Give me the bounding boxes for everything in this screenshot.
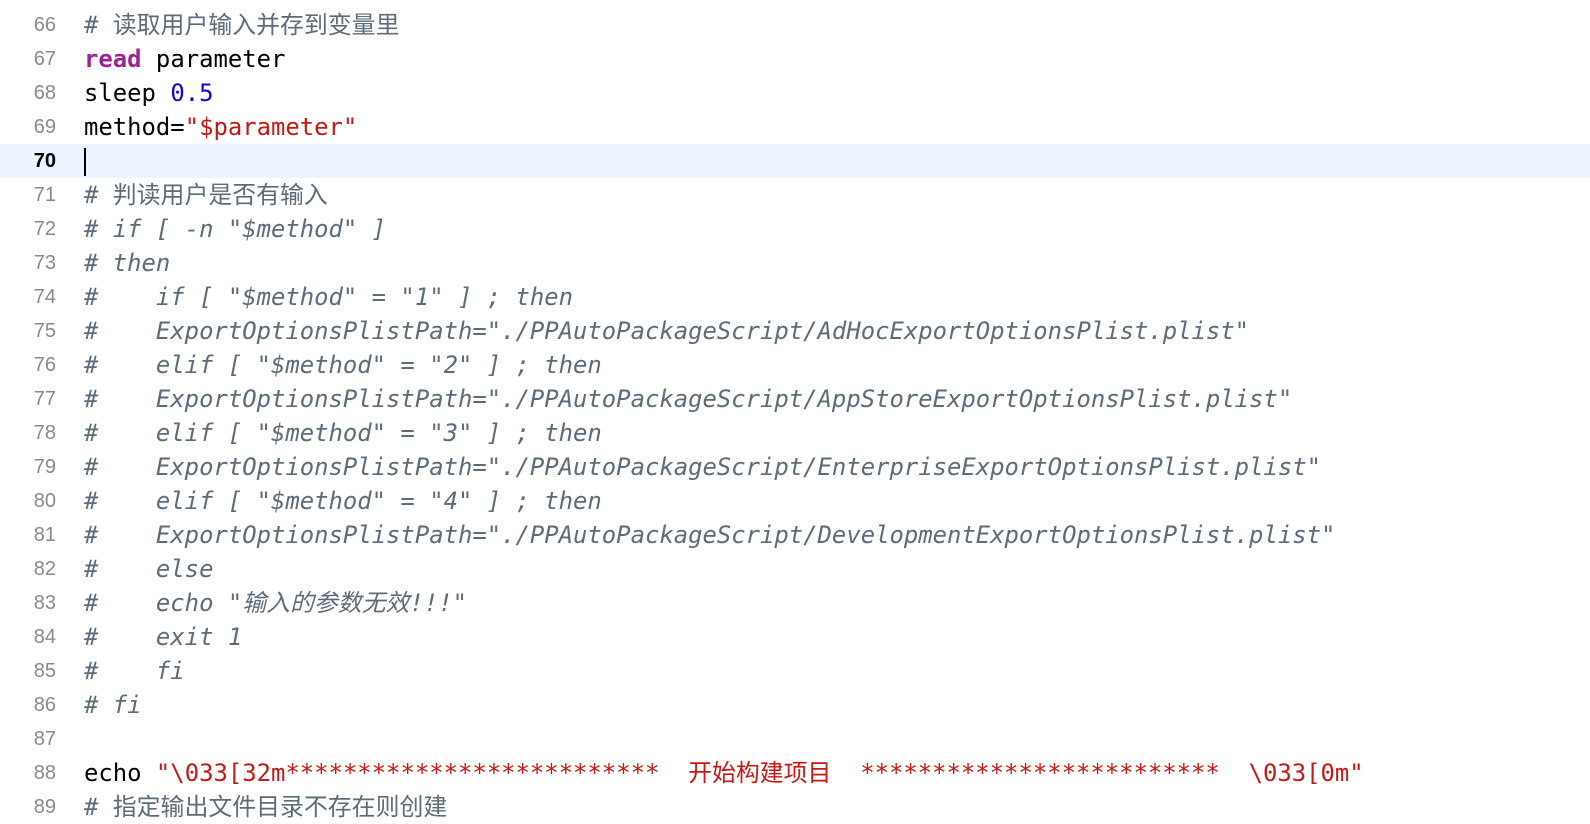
code-line[interactable]: 84 # exit 1: [0, 620, 1590, 654]
line-code: # fi: [84, 688, 142, 722]
line-number: 72: [33, 218, 56, 240]
line-number: 80: [33, 490, 56, 512]
line-number: 88: [33, 762, 56, 784]
text-caret: [84, 148, 86, 176]
line-number: 85: [33, 660, 56, 682]
code-line[interactable]: 77 # ExportOptionsPlistPath="./PPAutoPack…: [0, 382, 1590, 416]
code-line[interactable]: 69 method="$parameter": [0, 110, 1590, 144]
line-code: sleep 0.5: [84, 76, 213, 110]
code-token: # fi: [84, 657, 185, 685]
line-number: 83: [33, 592, 56, 614]
code-line[interactable]: 73 # then: [0, 246, 1590, 280]
code-line[interactable]: 82 # else: [0, 552, 1590, 586]
line-number: 87: [33, 728, 56, 750]
line-number: 74: [33, 286, 56, 308]
code-line[interactable]: 74 # if [ "$method" = "1" ] ; then: [0, 280, 1590, 314]
code-token: # 判读用户是否有输入: [84, 181, 328, 209]
line-number: 66: [33, 14, 56, 36]
code-token: # elif [ "$method" = "2" ] ; then: [84, 351, 602, 379]
code-token: read: [84, 45, 142, 73]
line-number: 79: [33, 456, 56, 478]
line-code: # exit 1: [84, 620, 242, 654]
code-line[interactable]: 88 echo "\033[32m************************…: [0, 756, 1590, 790]
line-code: # echo "输入的参数无效!!!": [84, 586, 467, 620]
line-number: 82: [33, 558, 56, 580]
code-line[interactable]: 72 # if [ -n "$method" ]: [0, 212, 1590, 246]
code-token: # 指定输出文件目录不存在则创建: [84, 793, 448, 821]
line-number: 89: [33, 796, 56, 818]
line-number: 67: [33, 48, 56, 70]
code-line[interactable]: 71 # 判读用户是否有输入: [0, 178, 1590, 212]
code-token: # exit 1: [84, 623, 243, 651]
line-code: [84, 144, 86, 178]
line-code: # else: [84, 552, 213, 586]
line-number: 77: [33, 388, 56, 410]
code-editor[interactable]: 66 # 读取用户输入并存到变量里 67 read parameter 68 sleep …: [0, 8, 1590, 824]
code-token: # else: [84, 555, 214, 583]
line-code: # 判读用户是否有输入: [84, 178, 328, 212]
line-code: # ExportOptionsPlistPath="./PPAutoPackag…: [84, 450, 1321, 484]
line-number: 70: [33, 150, 56, 172]
code-token: # elif [ "$method" = "4" ] ; then: [84, 487, 602, 515]
code-token: "\033[32m************************** 开始构建…: [155, 759, 1364, 787]
code-line[interactable]: 70: [0, 144, 1590, 178]
line-number: 84: [33, 626, 56, 648]
code-line[interactable]: 83 # echo "输入的参数无效!!!": [0, 586, 1590, 620]
code-token: 0.5: [170, 79, 214, 107]
code-token: parameter: [141, 45, 286, 73]
code-token: sleep: [84, 79, 171, 107]
line-number: 68: [33, 82, 56, 104]
code-token: # then: [84, 249, 171, 277]
code-line[interactable]: 79 # ExportOptionsPlistPath="./PPAutoPack…: [0, 450, 1590, 484]
code-line[interactable]: 86 # fi: [0, 688, 1590, 722]
line-code: # ExportOptionsPlistPath="./PPAutoPackag…: [84, 518, 1335, 552]
line-code: read parameter: [84, 42, 285, 76]
line-code: # ExportOptionsPlistPath="./PPAutoPackag…: [84, 314, 1249, 348]
line-number: 86: [33, 694, 56, 716]
line-code: # if [ "$method" = "1" ] ; then: [84, 280, 573, 314]
code-line[interactable]: 85 # fi: [0, 654, 1590, 688]
code-token: # ExportOptionsPlistPath="./PPAutoPackag…: [84, 453, 1321, 481]
code-token: # fi: [84, 691, 142, 719]
line-code: method="$parameter": [84, 110, 357, 144]
code-line[interactable]: 80 # elif [ "$method" = "4" ] ; then: [0, 484, 1590, 518]
code-line[interactable]: 78 # elif [ "$method" = "3" ] ; then: [0, 416, 1590, 450]
code-line[interactable]: 68 sleep 0.5: [0, 76, 1590, 110]
code-token: echo: [84, 759, 156, 787]
line-number: 75: [33, 320, 56, 342]
line-code: # 读取用户输入并存到变量里: [84, 8, 399, 42]
code-token: # 读取用户输入并存到变量里: [84, 11, 400, 39]
line-code: # ExportOptionsPlistPath="./PPAutoPackag…: [84, 382, 1292, 416]
code-token: # if [ "$method" = "1" ] ; then: [84, 283, 574, 311]
line-code: # fi: [84, 654, 185, 688]
line-number: 76: [33, 354, 56, 376]
code-line[interactable]: 76 # elif [ "$method" = "2" ] ; then: [0, 348, 1590, 382]
code-token: # if [ -n "$method" ]: [84, 215, 387, 243]
code-token: # ExportOptionsPlistPath="./PPAutoPackag…: [84, 317, 1250, 345]
line-code: echo "\033[32m**************************…: [84, 756, 1364, 790]
code-line[interactable]: 75 # ExportOptionsPlistPath="./PPAutoPack…: [0, 314, 1590, 348]
line-code: # then: [84, 246, 170, 280]
line-code: # elif [ "$method" = "3" ] ; then: [84, 416, 602, 450]
line-number: 78: [33, 422, 56, 444]
code-token: method=: [84, 113, 185, 141]
code-token: # elif [ "$method" = "3" ] ; then: [84, 419, 602, 447]
line-number: 73: [33, 252, 56, 274]
line-number: 71: [33, 184, 56, 206]
line-code: # if [ -n "$method" ]: [84, 212, 386, 246]
line-number: 81: [33, 524, 56, 546]
code-token: # echo "输入的参数无效!!!": [84, 589, 467, 617]
code-token: "$parameter": [184, 113, 358, 141]
code-line[interactable]: 89 # 指定输出文件目录不存在则创建: [0, 790, 1590, 824]
code-token: # ExportOptionsPlistPath="./PPAutoPackag…: [84, 385, 1293, 413]
code-line[interactable]: 66 # 读取用户输入并存到变量里: [0, 8, 1590, 42]
code-line[interactable]: 67 read parameter: [0, 42, 1590, 76]
code-token: # ExportOptionsPlistPath="./PPAutoPackag…: [84, 521, 1336, 549]
code-line[interactable]: 87: [0, 722, 1590, 756]
line-code: # elif [ "$method" = "4" ] ; then: [84, 484, 602, 518]
line-number: 69: [33, 116, 56, 138]
code-line[interactable]: 81 # ExportOptionsPlistPath="./PPAutoPack…: [0, 518, 1590, 552]
line-code: # elif [ "$method" = "2" ] ; then: [84, 348, 602, 382]
line-code: # 指定输出文件目录不存在则创建: [84, 790, 447, 824]
